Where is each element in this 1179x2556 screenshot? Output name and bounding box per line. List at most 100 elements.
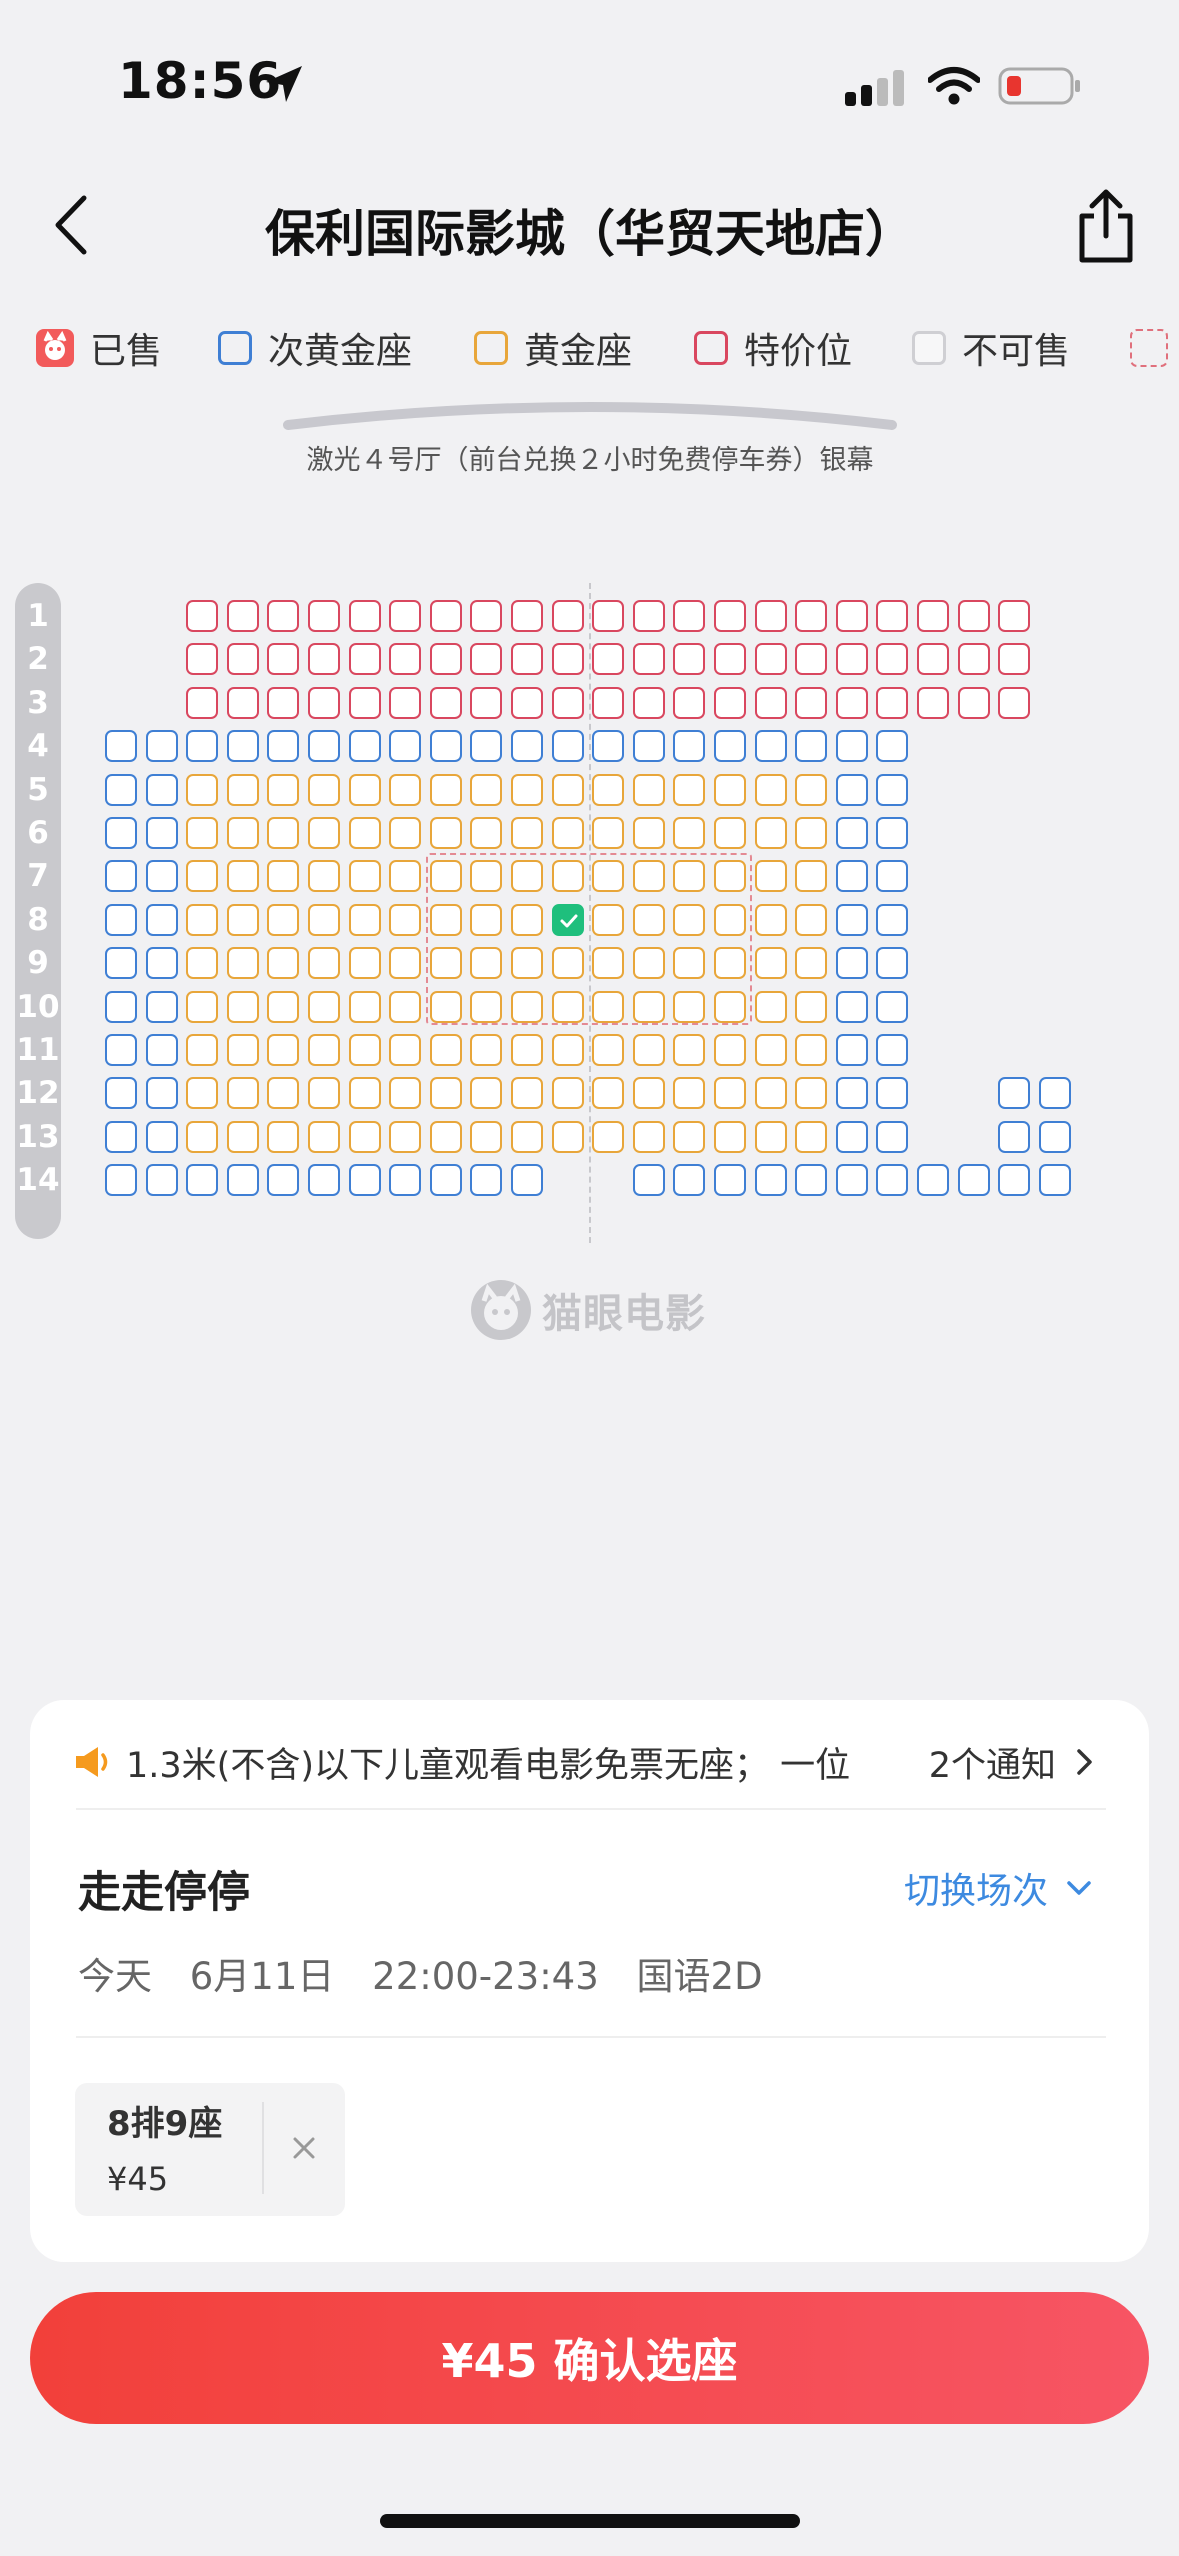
seat[interactable] [835, 643, 868, 676]
seat[interactable] [835, 1077, 868, 1110]
seat[interactable] [429, 1077, 462, 1110]
seat[interactable] [186, 990, 219, 1023]
seat[interactable] [754, 600, 787, 632]
seat[interactable] [673, 600, 706, 632]
seat[interactable] [308, 1164, 340, 1197]
seat[interactable] [673, 773, 706, 806]
seat[interactable] [876, 1034, 909, 1066]
seat[interactable] [145, 730, 178, 763]
seat[interactable] [998, 1120, 1031, 1153]
seat[interactable] [876, 817, 909, 849]
seat[interactable] [592, 643, 625, 676]
seat[interactable] [186, 860, 219, 893]
seat[interactable] [917, 643, 949, 676]
seat[interactable] [876, 643, 909, 676]
seat[interactable] [105, 1164, 137, 1197]
seat[interactable] [714, 686, 746, 719]
seat[interactable] [551, 686, 584, 719]
seat[interactable] [308, 947, 340, 980]
seat[interactable] [226, 860, 259, 893]
seat[interactable] [348, 1164, 381, 1197]
seat[interactable] [145, 1120, 178, 1153]
seat[interactable] [226, 903, 259, 936]
seat[interactable] [795, 990, 828, 1023]
seat[interactable] [186, 817, 219, 849]
seat[interactable] [186, 947, 219, 980]
seat[interactable] [673, 643, 706, 676]
seat[interactable] [105, 903, 137, 936]
seat[interactable] [998, 600, 1031, 632]
seat[interactable] [551, 600, 584, 632]
seat[interactable] [957, 686, 990, 719]
seat[interactable] [876, 1120, 909, 1153]
seat[interactable] [754, 990, 787, 1023]
seat[interactable] [1038, 1164, 1071, 1197]
seat[interactable] [267, 643, 300, 676]
remove-seat-button[interactable] [288, 2132, 320, 2164]
seat[interactable] [632, 1120, 665, 1153]
seat[interactable] [389, 817, 422, 849]
seat[interactable] [470, 643, 503, 676]
seat[interactable] [592, 686, 625, 719]
seat[interactable] [429, 730, 462, 763]
seat[interactable] [105, 1077, 137, 1110]
seat[interactable] [795, 903, 828, 936]
seat[interactable] [754, 860, 787, 893]
seat[interactable] [429, 600, 462, 632]
seat[interactable] [632, 686, 665, 719]
seat[interactable] [632, 1077, 665, 1110]
seat[interactable] [226, 686, 259, 719]
seat[interactable] [714, 773, 746, 806]
seat[interactable] [308, 686, 340, 719]
seat[interactable] [835, 730, 868, 763]
seat[interactable] [957, 1164, 990, 1197]
seat[interactable] [389, 686, 422, 719]
seat[interactable] [470, 1164, 503, 1197]
seat[interactable] [673, 730, 706, 763]
seat[interactable] [714, 730, 746, 763]
seat[interactable] [186, 600, 219, 632]
seat[interactable] [511, 1034, 543, 1066]
seat[interactable] [673, 1164, 706, 1197]
seat[interactable] [754, 817, 787, 849]
seat[interactable] [470, 730, 503, 763]
seat[interactable] [105, 947, 137, 980]
seat[interactable] [267, 600, 300, 632]
seat[interactable] [105, 817, 137, 849]
seat[interactable] [673, 1077, 706, 1110]
seat[interactable] [551, 1077, 584, 1110]
seat[interactable] [673, 686, 706, 719]
seat[interactable] [267, 860, 300, 893]
seat[interactable] [917, 1164, 949, 1197]
seat[interactable] [511, 1077, 543, 1110]
seat[interactable] [957, 600, 990, 632]
seat[interactable] [267, 1077, 300, 1110]
confirm-seat-button[interactable]: ¥45 确认选座 [30, 2292, 1149, 2424]
seat[interactable] [470, 773, 503, 806]
seat[interactable] [348, 903, 381, 936]
seat[interactable] [226, 773, 259, 806]
seat[interactable] [876, 686, 909, 719]
seat[interactable] [795, 1034, 828, 1066]
seat[interactable] [754, 1164, 787, 1197]
seat[interactable] [267, 1034, 300, 1066]
seat[interactable] [511, 817, 543, 849]
seat[interactable] [226, 643, 259, 676]
seat[interactable] [267, 686, 300, 719]
seat[interactable] [876, 903, 909, 936]
seat[interactable] [998, 643, 1031, 676]
seat[interactable] [592, 600, 625, 632]
seat[interactable] [389, 990, 422, 1023]
seat[interactable] [754, 903, 787, 936]
seat[interactable] [389, 773, 422, 806]
seat[interactable] [226, 1120, 259, 1153]
seat[interactable] [389, 1034, 422, 1066]
seat[interactable] [998, 1077, 1031, 1110]
seat[interactable] [267, 1164, 300, 1197]
seat[interactable] [470, 600, 503, 632]
seat[interactable] [186, 686, 219, 719]
seat[interactable] [348, 947, 381, 980]
seat[interactable] [186, 1034, 219, 1066]
seat[interactable] [308, 990, 340, 1023]
seat[interactable] [186, 903, 219, 936]
